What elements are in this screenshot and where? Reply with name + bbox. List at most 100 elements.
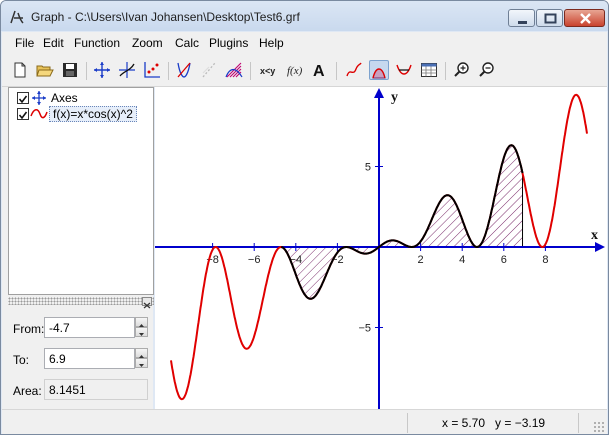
- trace-button[interactable]: [344, 60, 364, 80]
- tree-item-label: Axes: [51, 91, 78, 105]
- axes-icon: [94, 62, 110, 78]
- panel-splitter[interactable]: [8, 297, 154, 305]
- graph-area[interactable]: −8 −6 −4 −2 2 4 6 8 5 −5 x y: [155, 87, 607, 409]
- function-list: Axes f(x)=x*cos(x)^2: [8, 87, 154, 295]
- x-tick-label: 6: [501, 254, 507, 266]
- cursor-coordinates: x = 5.70 y = −3.19: [442, 416, 545, 430]
- save-icon: [63, 63, 77, 77]
- status-bar: x = 5.70 y = −3.19: [2, 409, 607, 434]
- function-checkbox[interactable]: [17, 108, 29, 120]
- axes-icon: [32, 91, 46, 105]
- spin-down-button[interactable]: [135, 358, 148, 368]
- x-axis-label: x: [591, 228, 598, 243]
- evaluate-xy-button[interactable]: x<y: [258, 60, 278, 80]
- tree-item-axes[interactable]: Axes: [11, 90, 151, 106]
- x-tick-label: 2: [418, 254, 424, 266]
- insert-label-button[interactable]: A: [311, 60, 331, 80]
- to-field[interactable]: [44, 348, 135, 369]
- status-separator: [578, 413, 579, 433]
- toolbar-separator: [445, 62, 446, 80]
- insert-tangent-button[interactable]: [174, 60, 194, 80]
- area-label: Area:: [13, 384, 42, 398]
- to-label: To:: [13, 353, 30, 367]
- area-result: 8.1451: [44, 379, 148, 400]
- x-tick-label: 4: [459, 254, 465, 266]
- insert-tangent-icon: [177, 62, 191, 78]
- evaluate-fx-icon: f(x): [287, 65, 303, 77]
- axes: [155, 88, 605, 409]
- shaded-area: [281, 145, 524, 299]
- table-icon: [421, 63, 437, 77]
- svg-text:A: A: [313, 63, 325, 79]
- from-spinner[interactable]: [135, 317, 148, 338]
- zoom-in-icon: [454, 62, 469, 77]
- insert-shading-button[interactable]: [224, 60, 244, 80]
- svg-text:f(x): f(x): [287, 65, 303, 77]
- tick-labels: −8 −6 −4 −2 2 4 6 85−5xy: [206, 90, 598, 335]
- function-plot[interactable]: −8 −6 −4 −2 2 4 6 85−5xy: [155, 87, 607, 409]
- to-spinner[interactable]: [135, 348, 148, 369]
- area-button[interactable]: [369, 60, 389, 80]
- table-button[interactable]: [419, 60, 439, 80]
- new-icon: [14, 62, 26, 78]
- spin-up-button[interactable]: [135, 317, 148, 327]
- maximize-icon: [544, 13, 557, 24]
- checkmark-icon: [18, 95, 28, 104]
- zoom-out-button[interactable]: [477, 60, 497, 80]
- function-curve-icon: [30, 109, 48, 119]
- zoom-out-icon: [479, 62, 494, 77]
- trace-icon: [346, 62, 362, 77]
- resize-grip[interactable]: [593, 421, 605, 433]
- minimize-icon: [518, 21, 527, 24]
- axes-checkbox[interactable]: [17, 92, 29, 104]
- toolbar-separator: [336, 62, 337, 80]
- graph-app-icon: [10, 10, 24, 24]
- axes-button[interactable]: [92, 60, 112, 80]
- insert-relation-icon: [202, 62, 216, 78]
- maximize-button[interactable]: [536, 9, 563, 27]
- new-button[interactable]: [10, 60, 30, 80]
- evaluate-xy-icon: x<y: [260, 66, 275, 76]
- close-calc-panel-button[interactable]: [142, 297, 152, 309]
- toolbar: x<y f(x) A: [2, 54, 607, 87]
- toolbar-separator: [168, 62, 169, 80]
- close-button[interactable]: [564, 9, 605, 27]
- tree-item-function[interactable]: f(x)=x*cos(x)^2: [11, 106, 151, 122]
- insert-point-series-button[interactable]: [142, 60, 162, 80]
- menu-help[interactable]: Help: [259, 36, 284, 50]
- menu-bar: File Edit Function Zoom Calc Plugins Hel…: [2, 32, 607, 54]
- menu-plugins[interactable]: Plugins: [209, 36, 248, 50]
- open-button[interactable]: [35, 60, 55, 80]
- chevron-down-icon: [139, 333, 144, 336]
- title-bar[interactable]: Graph - C:\Users\Ivan Johansen\Desktop\T…: [1, 1, 608, 31]
- minimize-button[interactable]: [508, 9, 535, 27]
- status-separator: [407, 413, 408, 433]
- from-field[interactable]: [44, 317, 135, 338]
- zoom-in-button[interactable]: [452, 60, 472, 80]
- area-icon: [372, 68, 386, 79]
- menu-zoom[interactable]: Zoom: [132, 36, 163, 50]
- open-icon: [36, 65, 54, 77]
- evaluate-fx-button[interactable]: f(x): [285, 60, 305, 80]
- y-axis-arrow-icon: [374, 88, 384, 98]
- menu-function[interactable]: Function: [74, 36, 120, 50]
- cursor-x: x = 5.70: [442, 416, 486, 430]
- path-length-button[interactable]: [394, 60, 414, 80]
- menu-file[interactable]: File: [15, 36, 34, 50]
- window-title: Graph - C:\Users\Ivan Johansen\Desktop\T…: [31, 10, 300, 24]
- insert-function-icon: [119, 62, 135, 78]
- spin-up-button[interactable]: [135, 348, 148, 358]
- graph-window: Graph - C:\Users\Ivan Johansen\Desktop\T…: [0, 0, 609, 435]
- menu-calc[interactable]: Calc: [175, 36, 199, 50]
- insert-function-button[interactable]: [117, 60, 137, 80]
- menu-edit[interactable]: Edit: [43, 36, 64, 50]
- insert-relation-button[interactable]: [199, 60, 219, 80]
- area-hatch: [281, 145, 523, 299]
- spin-down-button[interactable]: [135, 327, 148, 337]
- svg-text:x<y: x<y: [260, 66, 275, 76]
- chevron-down-icon: [139, 364, 144, 367]
- save-button[interactable]: [60, 60, 80, 80]
- insert-label-icon: A: [313, 63, 325, 79]
- tree-item-label: f(x)=x*cos(x)^2: [49, 106, 137, 122]
- y-tick-label: −5: [358, 323, 371, 335]
